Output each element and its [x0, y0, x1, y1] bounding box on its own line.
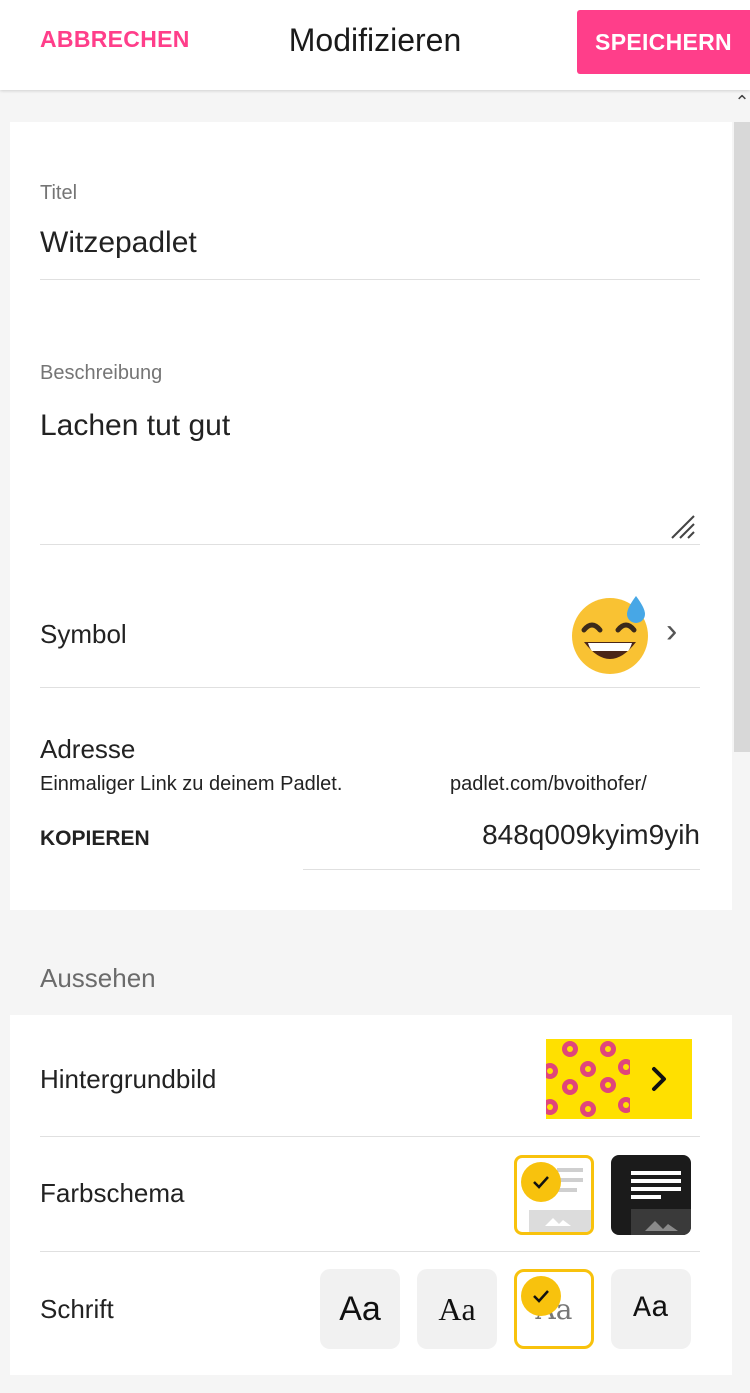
scrollbar-thumb[interactable]: [734, 122, 750, 752]
grinning-sweat-emoji-icon: [572, 596, 648, 674]
divider: [40, 1251, 700, 1252]
appearance-section-header: Aussehen: [40, 963, 156, 993]
font-option-serif[interactable]: Aa: [417, 1269, 497, 1349]
address-url-prefix: padlet.com/bvoithofer/: [450, 773, 647, 795]
wallpaper-label: Hintergrundbild: [40, 1064, 217, 1094]
font-option-mono[interactable]: Aa: [611, 1269, 691, 1349]
color-scheme-dark[interactable]: [611, 1155, 691, 1235]
address-slug-input[interactable]: 848q009kyim9yih: [300, 819, 700, 851]
resize-handle-icon[interactable]: [670, 514, 696, 540]
divider: [40, 687, 700, 688]
address-label: Adresse: [40, 734, 136, 764]
dark-theme-preview: [631, 1171, 691, 1235]
color-scheme-label: Farbschema: [40, 1178, 185, 1208]
title-input[interactable]: Witzepadlet: [40, 226, 197, 260]
font-option-sans[interactable]: Aa: [320, 1269, 400, 1349]
settings-form: Titel Witzepadlet Beschreibung Lachen tu…: [10, 122, 732, 910]
copy-link-button[interactable]: KOPIEREN: [40, 827, 150, 851]
address-hint: Einmaliger Link zu deinem Padlet.: [40, 773, 343, 795]
scroll-up-arrow-icon[interactable]: ⌃: [734, 92, 750, 116]
divider: [40, 1136, 700, 1137]
checkmark-icon: [521, 1276, 561, 1316]
description-label: Beschreibung: [40, 362, 163, 384]
top-bar: ABBRECHEN Modifizieren SPEICHERN: [0, 0, 750, 90]
font-option-handwriting[interactable]: Aa: [514, 1269, 594, 1349]
chevron-right-icon: ›: [666, 612, 678, 650]
title-label: Titel: [40, 182, 78, 204]
appearance-panel: Hintergrundbild Farbschema Schrift Aa Aa…: [10, 1015, 732, 1375]
divider: [40, 544, 700, 545]
divider: [40, 279, 700, 280]
color-scheme-light[interactable]: [514, 1155, 594, 1235]
symbol-label: Symbol: [40, 619, 127, 649]
checkmark-icon: [521, 1162, 561, 1202]
wallpaper-thumbnail[interactable]: [546, 1039, 692, 1119]
description-textarea[interactable]: Lachen tut gut: [40, 409, 230, 443]
slug-underline: [303, 869, 700, 870]
font-label: Schrift: [40, 1294, 114, 1324]
save-button[interactable]: SPEICHERN: [577, 10, 750, 74]
